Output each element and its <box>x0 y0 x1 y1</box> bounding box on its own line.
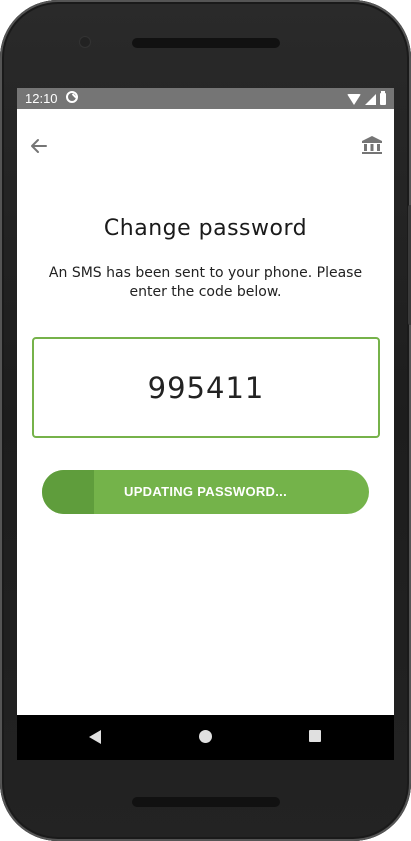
battery-icon <box>380 91 386 105</box>
back-button[interactable] <box>27 134 51 158</box>
arrow-left-icon <box>31 139 47 153</box>
square-recents-icon[interactable] <box>309 730 321 742</box>
bottom-speaker <box>132 797 280 807</box>
page-title: Change password <box>103 216 308 241</box>
signal-icon <box>365 93 376 105</box>
update-password-button-label: UPDATING PASSWORD... <box>124 484 287 499</box>
phone-frame: 12:10 Change password An SMS has been se… <box>0 0 411 841</box>
bank-icon <box>362 136 382 154</box>
front-camera <box>80 37 90 47</box>
status-bar: 12:10 <box>17 88 394 109</box>
instruction-text: An SMS has been sent to your phone. Plea… <box>48 265 363 300</box>
bank-button[interactable] <box>360 133 384 157</box>
update-password-button[interactable]: UPDATING PASSWORD... <box>42 470 369 514</box>
app-notification-icon <box>66 91 78 103</box>
status-time: 12:10 <box>25 91 58 106</box>
triangle-back-icon[interactable] <box>89 730 101 744</box>
sms-code-input[interactable]: 995411 <box>32 337 380 438</box>
circle-home-icon[interactable] <box>199 730 212 743</box>
screen: 12:10 Change password An SMS has been se… <box>17 88 394 760</box>
navigation-bar <box>17 715 394 760</box>
status-icons <box>347 91 386 106</box>
top-speaker <box>132 38 280 48</box>
wifi-icon <box>347 93 361 105</box>
